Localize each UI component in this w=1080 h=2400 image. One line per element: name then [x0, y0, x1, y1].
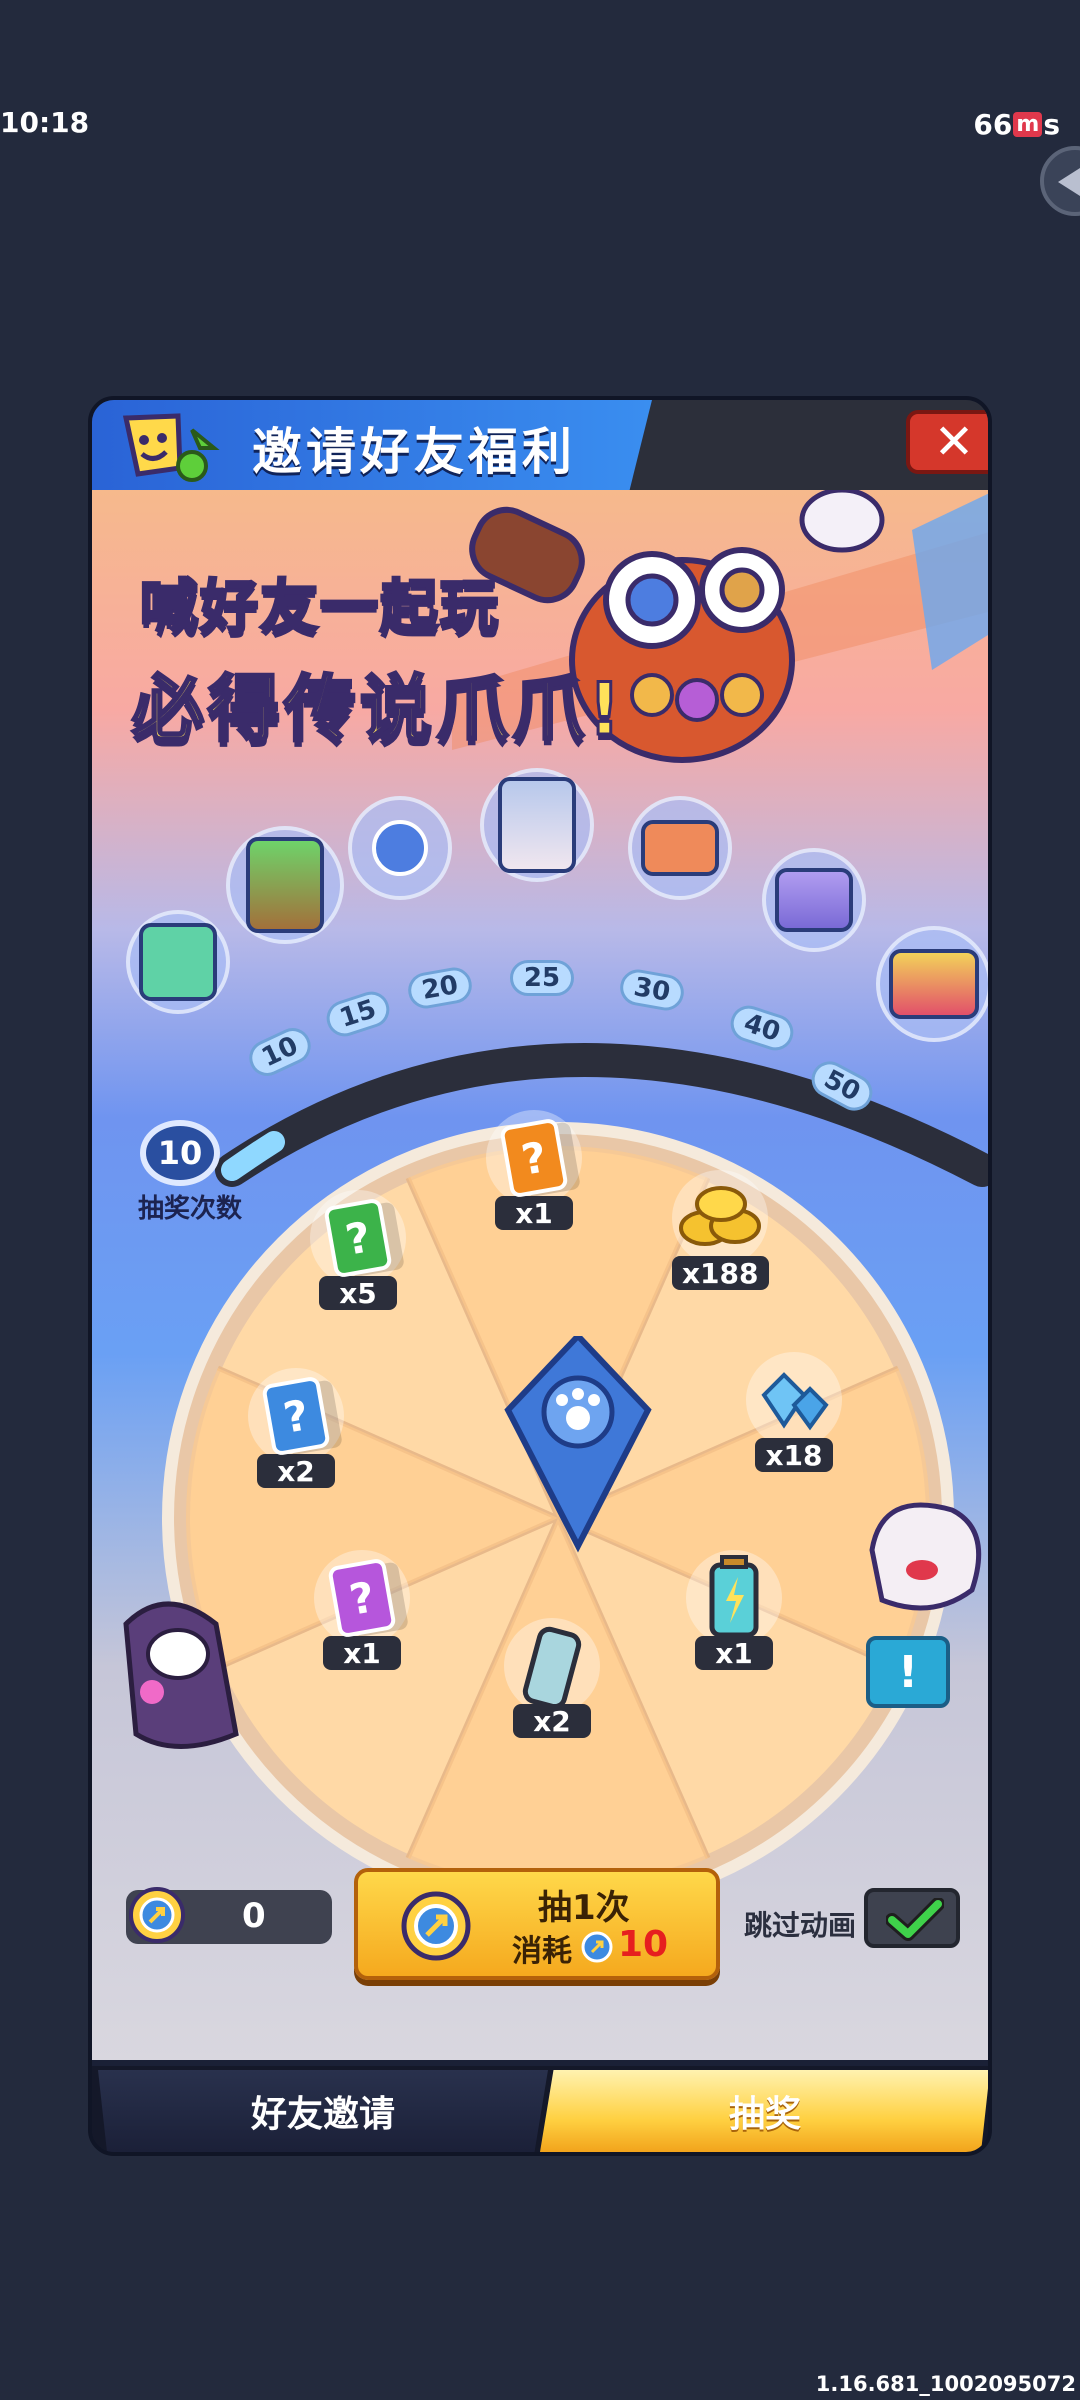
checkmark-icon [886, 1898, 944, 1941]
prize-quantity: x1 [323, 1636, 401, 1670]
card-pack-icon: ? [314, 1550, 410, 1646]
card-pack-icon: ? [486, 1110, 582, 1206]
draw-button-label: 抽1次 [538, 1888, 630, 1928]
prize-quantity: x188 [672, 1256, 769, 1290]
prize-quantity: x2 [513, 1704, 591, 1738]
tab-draw[interactable]: 抽奖 [540, 2070, 988, 2152]
prize-quantity: x18 [755, 1438, 833, 1472]
prize-quantity: x5 [319, 1276, 397, 1310]
question-card-icon: ? [327, 1557, 397, 1639]
promo-line-1: 喊好友一起玩 [138, 572, 501, 643]
prize-quantity: x1 [495, 1196, 573, 1230]
prize-battery: x1 [686, 1550, 782, 1670]
side-drawer-handle[interactable] [1040, 146, 1080, 216]
smiley-invite-icon [122, 413, 220, 482]
ping-mid: m [1013, 112, 1043, 137]
dialog-title: 邀请好友福利 [252, 423, 576, 481]
ping-prefix: 66 [973, 108, 1013, 141]
prize-orange-cards: ? x1 [486, 1110, 582, 1230]
prize-diamonds: x18 [746, 1352, 842, 1472]
dialog-header: 邀请好友福利 ✕ [92, 400, 988, 490]
skip-animation-label: 跳过动画 [744, 1909, 857, 1942]
dialog-content: 喊好友一起玩 必得传说爪爪! 10 15 20 25 30 40 50 10 抽… [92, 490, 988, 2060]
prize-purple-cards: ? x1 [314, 1550, 410, 1670]
card-pack-icon: ? [248, 1368, 344, 1464]
draw-cost-label: 消耗 [512, 1934, 572, 1969]
reward-bubble-25[interactable] [480, 768, 594, 882]
milestone-25: 25 [510, 960, 574, 996]
invite-ticket-icon [401, 1891, 471, 1961]
diamond-icon [746, 1352, 842, 1448]
status-time: 10:18 [0, 106, 90, 139]
prize-quantity: x1 [695, 1636, 773, 1670]
ping-suffix: s [1043, 108, 1060, 141]
ping-indicator: 66 m s [973, 108, 1060, 141]
reward-bubble-15[interactable] [226, 826, 344, 944]
promo-line-2: 必得传说爪爪! [131, 666, 625, 753]
info-button[interactable]: ! [866, 1636, 950, 1708]
skip-animation-checkbox[interactable] [864, 1888, 960, 1948]
prize-quantity: x2 [257, 1454, 335, 1488]
reward-bubble-30[interactable] [628, 796, 732, 900]
card-pack-icon: ? [310, 1190, 406, 1286]
invite-ticket-icon [129, 1887, 185, 1943]
version-label: 1.16.681_1002095072 [815, 2372, 1076, 2396]
prize-blue-cards: ? x2 [248, 1368, 344, 1488]
prize-gold-coins: x188 [672, 1170, 769, 1290]
battery-icon [686, 1550, 782, 1646]
close-button[interactable]: ✕ [906, 410, 988, 474]
tab-bar: 好友邀请 抽奖 [92, 2066, 988, 2152]
gold-coins-icon [672, 1170, 769, 1266]
question-card-icon: ? [499, 1117, 569, 1199]
wheel-pointer[interactable] [498, 1336, 658, 1556]
ghost-cat-mascot [869, 1502, 982, 1611]
prize-can: x2 [504, 1618, 600, 1738]
prize-green-cards: ? x5 [310, 1190, 406, 1310]
draw-cost-value: 10 [618, 1924, 669, 1965]
penguin-mascot [123, 1601, 239, 1749]
cost-ticket-icon [581, 1931, 613, 1963]
reward-bubble-40[interactable] [762, 848, 866, 952]
draw-once-button[interactable]: 抽1次 消耗 10 [354, 1868, 720, 1980]
question-card-icon: ? [261, 1375, 331, 1457]
tab-friend-invite[interactable]: 好友邀请 [98, 2070, 548, 2152]
can-icon [504, 1618, 600, 1714]
invite-dialog: 邀请好友福利 ✕ 喊好友一起玩 必得传说爪爪! 10 15 20 25 30 4… [88, 396, 992, 2156]
ticket-count: 0 [242, 1896, 266, 1936]
reward-bubble-20[interactable] [348, 796, 452, 900]
question-card-icon: ? [323, 1197, 393, 1279]
